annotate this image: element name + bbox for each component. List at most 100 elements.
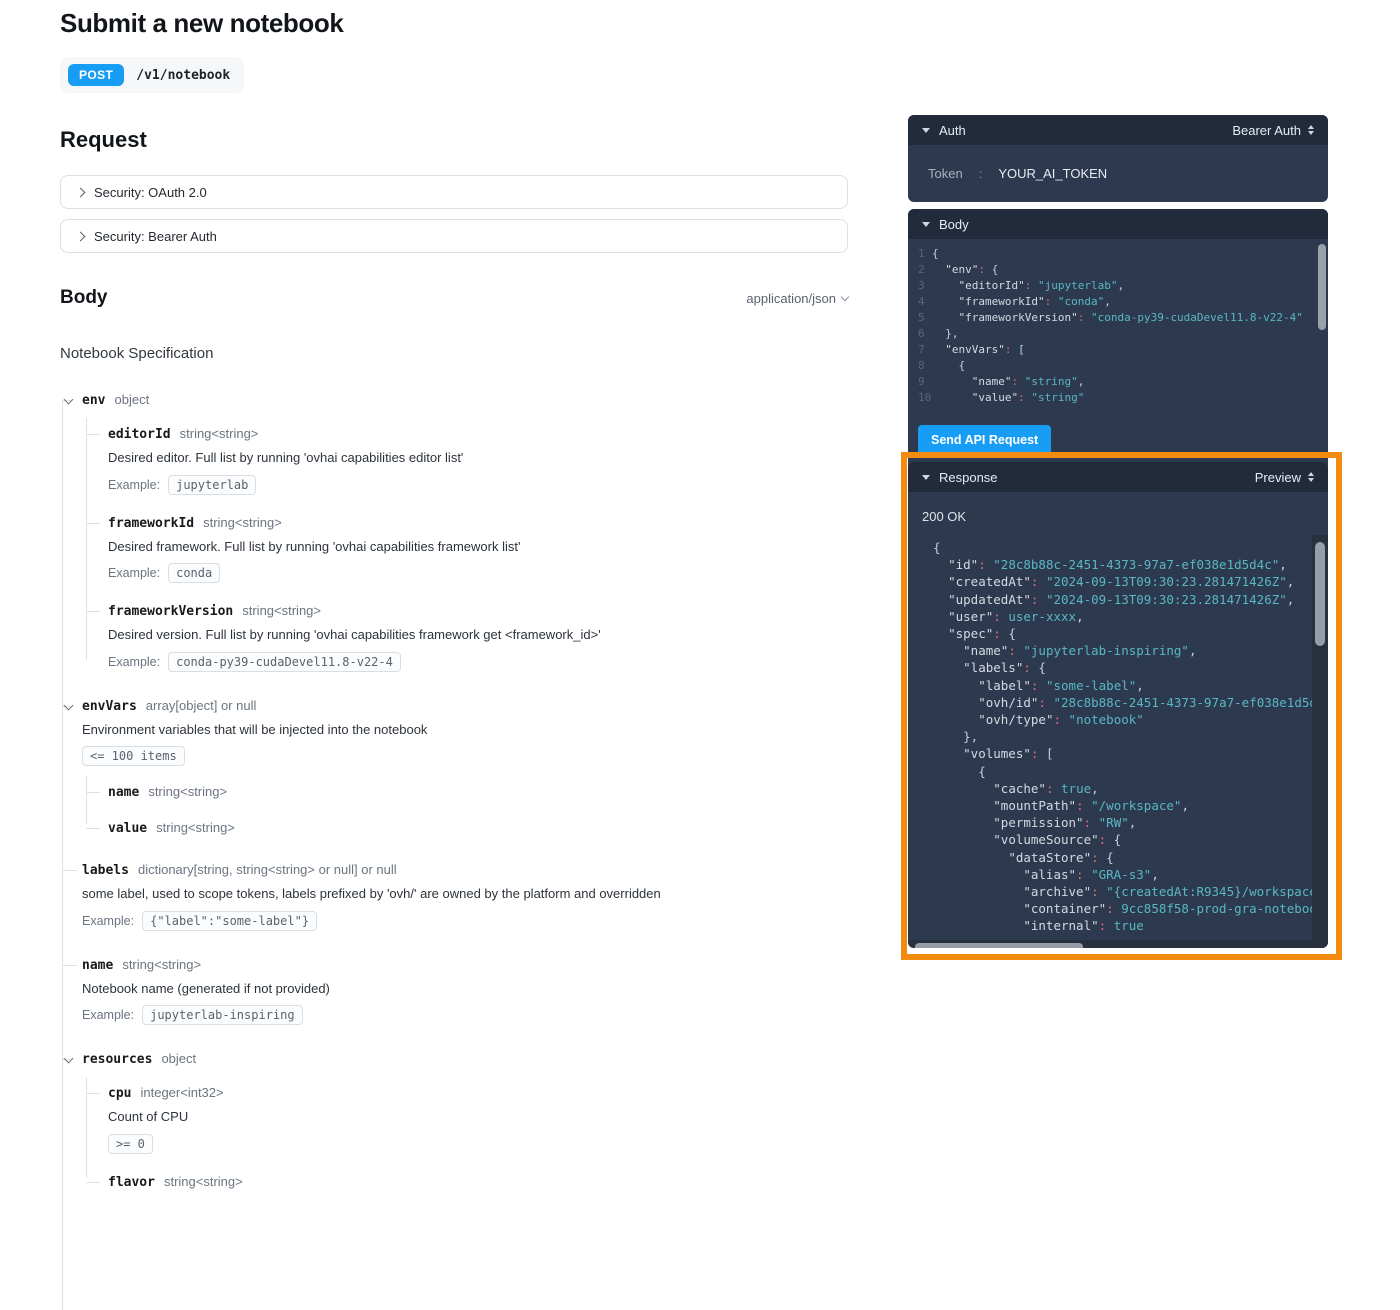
example-row: Example:jupyterlab: [108, 475, 848, 495]
response-code-line: "label": "some-label",: [918, 677, 1328, 694]
response-code-line: {: [918, 539, 1328, 556]
line-content: "name": "string",: [932, 374, 1084, 390]
line-content: "editorId": "jupyterlab",: [932, 278, 1124, 294]
response-code-line: "id": "28c8b88c-2451-4373-97a7-ef038e1d5…: [918, 556, 1328, 573]
code-line: 1{: [908, 246, 1328, 262]
field-description: Desired editor. Full list by running 'ov…: [108, 449, 848, 467]
body-code-editor[interactable]: 1{2 "env": {3 "editorId": "jupyterlab",4…: [908, 239, 1328, 415]
vertical-scrollbar-thumb[interactable]: [1315, 542, 1325, 646]
field-type: string<string>: [242, 603, 321, 618]
field-description: Environment variables that will be injec…: [82, 721, 848, 739]
field-editorId: editorIdstring<string> Desired editor. Fu…: [108, 426, 848, 495]
code-line: 10 "value": "string": [908, 390, 1328, 406]
auth-panel-title: Auth: [939, 123, 966, 138]
field-frameworkId: frameworkId string<string> Desired framewo…: [108, 515, 848, 584]
token-input[interactable]: YOUR_AI_TOKEN: [998, 166, 1107, 181]
field-type: string<string>: [156, 820, 235, 835]
field-resources: resourcesobjectcpuinteger<int32>Count of…: [62, 1051, 848, 1190]
field-description: Desired version. Full list by running 'o…: [108, 626, 848, 644]
chevron-down-icon[interactable]: [64, 1054, 74, 1064]
chevron-down-icon[interactable]: [64, 395, 74, 405]
line-content: {: [932, 246, 939, 262]
field-row-env: envobject: [82, 392, 848, 408]
request-heading: Request: [60, 127, 848, 153]
constraint-row: >= 0: [108, 1134, 848, 1154]
line-number: 2: [908, 262, 932, 278]
field-children: cpuinteger<int32>Count of CPU>= 0flavors…: [86, 1085, 848, 1190]
example-badge: conda: [168, 563, 220, 583]
auth-scheme-selector[interactable]: Bearer Auth: [1232, 123, 1314, 138]
collapse-caret-icon: [922, 475, 930, 480]
field-type: integer<int32>: [140, 1085, 223, 1100]
line-content: "frameworkId": "conda",: [932, 294, 1111, 310]
field-row-envVars: envVarsarray[object] or null: [82, 698, 848, 714]
response-code-line: },: [918, 728, 1328, 745]
field-row-value: value string<string>: [108, 820, 848, 836]
field-description: Desired framework. Full list by running …: [108, 538, 848, 556]
field-type: string<string>: [164, 1174, 243, 1189]
code-line: 4 "frameworkId": "conda",: [908, 294, 1328, 310]
field-flavor: flavor string<string>: [108, 1174, 848, 1190]
body-panel-header[interactable]: Body: [908, 209, 1328, 239]
token-row: Token : YOUR_AI_TOKEN: [908, 145, 1328, 202]
field-name: resources: [82, 1052, 152, 1067]
body-heading-row: Body application/json: [60, 287, 848, 309]
field-value: value string<string>: [108, 820, 848, 836]
chevron-right-icon: [76, 231, 86, 241]
line-number: 5: [908, 310, 932, 326]
constraint-badge: <= 100 items: [82, 746, 185, 766]
field-env: envobjecteditorIdstring<string>Desired e…: [62, 392, 848, 672]
horizontal-scrollbar-thumb[interactable]: [915, 943, 1083, 948]
horizontal-scrollbar-track[interactable]: [908, 940, 1328, 948]
vertical-scrollbar-thumb[interactable]: [1318, 244, 1326, 330]
code-line: 7 "envVars": [: [908, 342, 1328, 358]
field-name: frameworkId: [108, 516, 194, 531]
field-row-editorId: editorIdstring<string>: [108, 426, 848, 442]
response-code-line: "labels": {: [918, 659, 1328, 676]
line-number: 1: [908, 246, 932, 262]
line-number: 4: [908, 294, 932, 310]
field-row-labels: labelsdictionary[string, string<string> …: [82, 862, 848, 878]
response-panel: Response Preview 200 OK { "id": "28c8b88…: [908, 462, 1328, 948]
field-description: some label, used to scope tokens, labels…: [82, 885, 848, 903]
example-label: Example:: [108, 655, 160, 669]
response-mode-selector[interactable]: Preview: [1255, 470, 1314, 485]
endpoint-path: /v1/notebook: [136, 68, 230, 83]
response-code-line: "createdAt": "2024-09-13T09:30:23.281471…: [918, 573, 1328, 590]
send-api-request-button[interactable]: Send API Request: [918, 425, 1051, 455]
field-description: Notebook name (generated if not provided…: [82, 980, 848, 998]
response-code-viewer: { "id": "28c8b88c-2451-4373-97a7-ef038e1…: [908, 535, 1328, 948]
vertical-scrollbar-track[interactable]: [1312, 535, 1328, 948]
auth-panel-header[interactable]: Auth Bearer Auth: [908, 115, 1328, 145]
constraint-badge: >= 0: [108, 1134, 153, 1154]
field-name: editorId: [108, 427, 171, 442]
field-labels: labelsdictionary[string, string<string> …: [62, 862, 848, 931]
field-name: flavor: [108, 1175, 155, 1190]
content-type-dropdown[interactable]: application/json: [746, 291, 848, 306]
field-type: string<string>: [203, 515, 282, 530]
response-code-line: "alias": "GRA-s3",: [918, 866, 1328, 883]
field-row-cpu: cpuinteger<int32>: [108, 1085, 848, 1101]
security-oauth-accordion[interactable]: Security: OAuth 2.0: [60, 175, 848, 209]
security-bearer-accordion[interactable]: Security: Bearer Auth: [60, 219, 848, 253]
field-row-frameworkId: frameworkId string<string>: [108, 515, 848, 531]
example-badge: jupyterlab-inspiring: [142, 1005, 303, 1025]
code-line: 2 "env": {: [908, 262, 1328, 278]
code-line: 5 "frameworkVersion": "conda-py39-cudaDe…: [908, 310, 1328, 326]
response-panel-header[interactable]: Response Preview: [908, 462, 1328, 492]
field-name: frameworkVersion: [108, 604, 233, 619]
line-number: 7: [908, 342, 932, 358]
accordion-label: Security: OAuth 2.0: [94, 185, 207, 200]
doc-column: Submit a new notebook POST /v1/notebook …: [60, 8, 848, 1216]
response-code-line: "mountPath": "/workspace",: [918, 797, 1328, 814]
field-name: name: [82, 958, 113, 973]
chevron-down-icon[interactable]: [64, 700, 74, 710]
response-mode-value: Preview: [1255, 470, 1301, 485]
field-name: value: [108, 821, 147, 836]
field-type: array[object] or null: [146, 698, 257, 713]
line-content: "frameworkVersion": "conda-py39-cudaDeve…: [932, 310, 1303, 326]
content-type-value: application/json: [746, 291, 836, 306]
response-code-line: "volumeSource": {: [918, 831, 1328, 848]
schema-title: Notebook Specification: [60, 345, 848, 362]
line-number: 10: [908, 390, 932, 406]
